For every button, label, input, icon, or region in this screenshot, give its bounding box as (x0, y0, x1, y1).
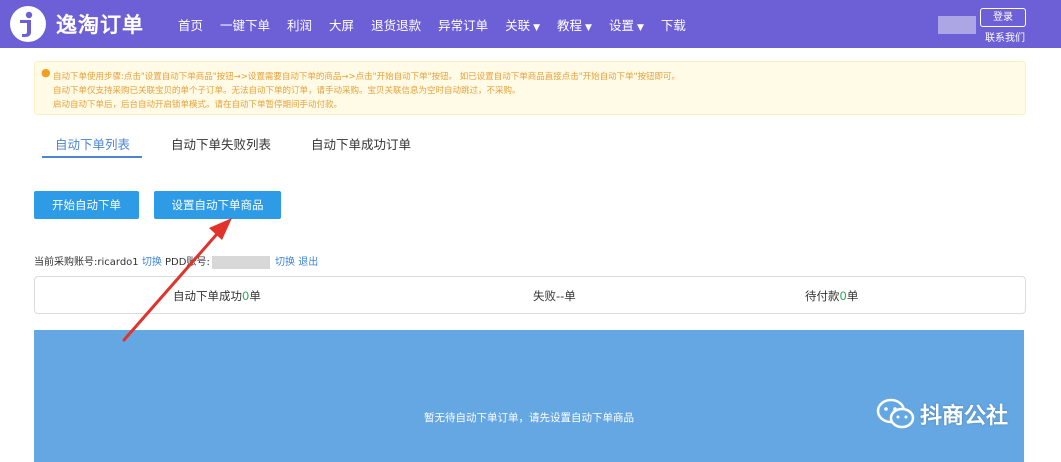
nav-item-settings[interactable]: 设置 ▼ (609, 15, 644, 34)
stat-pending-payment: 待付款0单 (805, 288, 858, 304)
nav-item-home[interactable]: 首页 (178, 15, 203, 34)
user-avatar-blurred (938, 16, 976, 34)
chevron-down-icon: ▼ (636, 22, 644, 33)
nav-item-label: 教程 (557, 17, 583, 33)
wechat-icon (876, 398, 915, 429)
chevron-down-icon: ▼ (533, 22, 541, 33)
purchase-account-label: 当前采购账号:ricardo1 (34, 257, 139, 268)
order-stats-bar: 自动下单成功0单 失败--单 待付款0单 (34, 276, 1026, 314)
stat-failed: 失败--单 (533, 289, 576, 303)
stat-success: 自动下单成功0单 (173, 288, 261, 304)
nav-item-label: 大屏 (329, 17, 355, 33)
main-nav: 首页 一键下单 利润 大屏 退货退款 异常订单 关联 ▼ 教程 ▼ 设置 ▼ 下载 (178, 0, 703, 48)
nav-item-label: 下载 (660, 17, 686, 33)
nav-item-label: 异常订单 (438, 17, 489, 33)
account-info: 当前采购账号:ricardo1 切换 PDD账号: 切换 退出 (34, 253, 318, 269)
nav-item-abnormal-orders[interactable]: 异常订单 (438, 15, 488, 34)
tab-auto-order-list[interactable]: 自动下单列表 (55, 134, 130, 153)
nav-item-download[interactable]: 下载 (661, 15, 686, 34)
switch-purchase-account-link[interactable]: 切换 (142, 257, 162, 268)
notice-line: 自动下单仅支持采购已关联宝贝的单个子订单。无法自动下单的订单，请手动采购。宝贝关… (53, 86, 521, 96)
top-navigation-bar: 逸淘订单 首页 一键下单 利润 大屏 退货退款 异常订单 关联 ▼ 教程 ▼ 设置 ▼… (0, 0, 1061, 48)
pdd-account-label: PDD账号: (165, 257, 210, 268)
nav-item-label: 利润 (287, 17, 313, 33)
stat-unit: 单 (846, 289, 859, 303)
stat-unit: 单 (249, 289, 261, 303)
switch-pdd-account-link[interactable]: 切换 (275, 257, 295, 268)
nav-item-label: 设置 (608, 17, 634, 33)
nav-item-link[interactable]: 关联 ▼ (505, 15, 540, 34)
active-tab-indicator (42, 156, 142, 158)
start-auto-order-button[interactable]: 开始自动下单 (34, 191, 139, 219)
nav-item-returns[interactable]: 退货退款 (371, 15, 421, 34)
notice-line: 启动自动下单后，后台自动开启锁单模式。请在自动下单暂停期间手动付款。 (53, 100, 343, 110)
logo-icon[interactable] (10, 6, 46, 42)
login-button[interactable]: 登录 (980, 8, 1026, 27)
nav-item-profit[interactable]: 利润 (287, 15, 312, 34)
contact-us-link[interactable]: 联系我们 (985, 29, 1025, 44)
chevron-down-icon: ▼ (585, 22, 592, 33)
stat-label: 自动下单成功 (173, 289, 242, 303)
nav-item-one-click-order[interactable]: 一键下单 (220, 15, 270, 34)
nav-item-label: 退货退款 (371, 17, 422, 33)
lightbulb-icon: ● (41, 66, 51, 79)
tab-auto-order-failed[interactable]: 自动下单失败列表 (171, 134, 271, 153)
stat-value: 0 (839, 289, 847, 303)
logout-link[interactable]: 退出 (298, 257, 318, 268)
usage-notice: ● 自动下单使用步骤:点击"设置自动下单商品"按钮→>设置需要自动下单的商品→>… (34, 61, 1026, 115)
nav-item-label: 关联 (505, 17, 531, 33)
brand-name[interactable]: 逸淘订单 (56, 9, 144, 39)
nav-item-tutorial[interactable]: 教程 ▼ (557, 15, 592, 34)
configure-auto-order-products-button[interactable]: 设置自动下单商品 (154, 191, 281, 219)
notice-line: 自动下单使用步骤:点击"设置自动下单商品"按钮→>设置需要自动下单的商品→>点击… (53, 72, 681, 82)
tab-auto-order-success[interactable]: 自动下单成功订单 (311, 134, 411, 153)
nav-item-big-screen[interactable]: 大屏 (329, 15, 354, 34)
nav-item-label: 一键下单 (220, 17, 271, 33)
nav-item-label: 首页 (178, 17, 204, 33)
watermark-text: 抖商公社 (920, 404, 1009, 429)
blurred-account-name (211, 255, 270, 269)
stat-label: 待付款 (805, 289, 840, 303)
